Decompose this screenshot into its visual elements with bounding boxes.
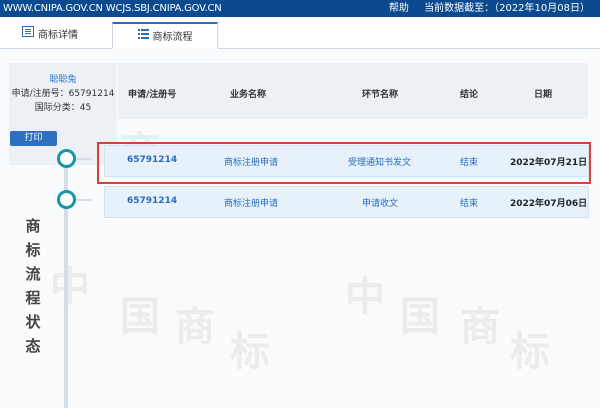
document-list-icon — [22, 22, 34, 48]
row-date: 2022年07月06日 — [510, 199, 588, 209]
top-bar-right: 帮助 当前数据截至：（2022年10月08日） — [377, 0, 590, 17]
vertical-title-char: 状 — [25, 313, 41, 331]
class-value: 45 — [79, 103, 92, 113]
highlight-box — [97, 142, 591, 184]
tab-bar: 商标详情 商标流程 — [0, 22, 600, 49]
reg-number-label: 申请/注册号： — [11, 89, 69, 99]
table-header: 申请/注册号 业务名称 环节名称 结论 日期 — [118, 63, 588, 119]
site-domains[interactable]: WWW.CNIPA.GOV.CN WCJS.SBJ.CNIPA.GOV.CN — [3, 0, 222, 17]
watermark: 国 — [400, 294, 440, 340]
tab-trademark-process[interactable]: 商标流程 — [112, 22, 218, 49]
tab-label: 商标流程 — [152, 32, 193, 43]
tab-trademark-details[interactable]: 商标详情 — [0, 22, 100, 48]
data-date-label: 当前数据截至： — [424, 3, 495, 14]
column-header-business: 业务名称 — [230, 90, 267, 100]
table-row: 65791214 商标注册申请 申请收文 结束 2022年07月06日 — [104, 186, 589, 218]
reg-number-value: 65791214 — [68, 89, 115, 99]
vertical-title-char: 商 — [25, 217, 41, 235]
column-header-reg-number: 申请/注册号 — [128, 90, 177, 100]
class-line: 国际分类：45 — [9, 101, 117, 115]
row-result: 结束 — [460, 199, 479, 209]
vertical-title-char: 标 — [25, 241, 41, 259]
column-header-result: 结论 — [460, 90, 479, 100]
timeline-connector — [76, 158, 92, 160]
watermark: 商 — [175, 304, 215, 350]
watermark: 标 — [230, 329, 270, 375]
data-date: （2022年10月08日） — [494, 3, 590, 14]
timeline-node — [57, 149, 76, 168]
top-bar: WWW.CNIPA.GOV.CN WCJS.SBJ.CNIPA.GOV.CN 帮… — [0, 0, 600, 17]
reg-number-line: 申请/注册号：65791214 — [9, 87, 117, 101]
column-header-step: 环节名称 — [362, 90, 399, 100]
class-label: 国际分类： — [34, 103, 80, 113]
watermark: 国 — [120, 294, 160, 340]
watermark: 中 — [50, 264, 90, 310]
row-business: 商标注册申请 — [224, 199, 279, 209]
print-button[interactable]: 打印 — [10, 131, 57, 146]
vertical-title-char: 流 — [25, 265, 41, 283]
list-icon — [137, 24, 149, 50]
watermark: 商 — [460, 304, 500, 350]
vertical-title-char: 程 — [25, 289, 41, 307]
help-link[interactable]: 帮助 — [389, 3, 409, 14]
row-reg-number: 65791214 — [127, 196, 178, 206]
column-header-date: 日期 — [534, 90, 553, 100]
timeline-connector — [76, 199, 92, 201]
timeline-node — [57, 190, 76, 209]
process-panel: 商 中 国 商 标 中 国 商 标 聪聪兔 申请/注册号：65791214 国际… — [0, 49, 600, 408]
tab-label: 商标详情 — [38, 30, 78, 41]
watermark: 中 — [345, 274, 385, 320]
watermark: 标 — [510, 329, 550, 375]
owner-name[interactable]: 聪聪兔 — [9, 73, 117, 87]
row-step: 申请收文 — [362, 199, 399, 209]
vertical-title-char: 态 — [25, 337, 41, 355]
vertical-title: 商 标 流 程 状 态 — [22, 214, 44, 358]
